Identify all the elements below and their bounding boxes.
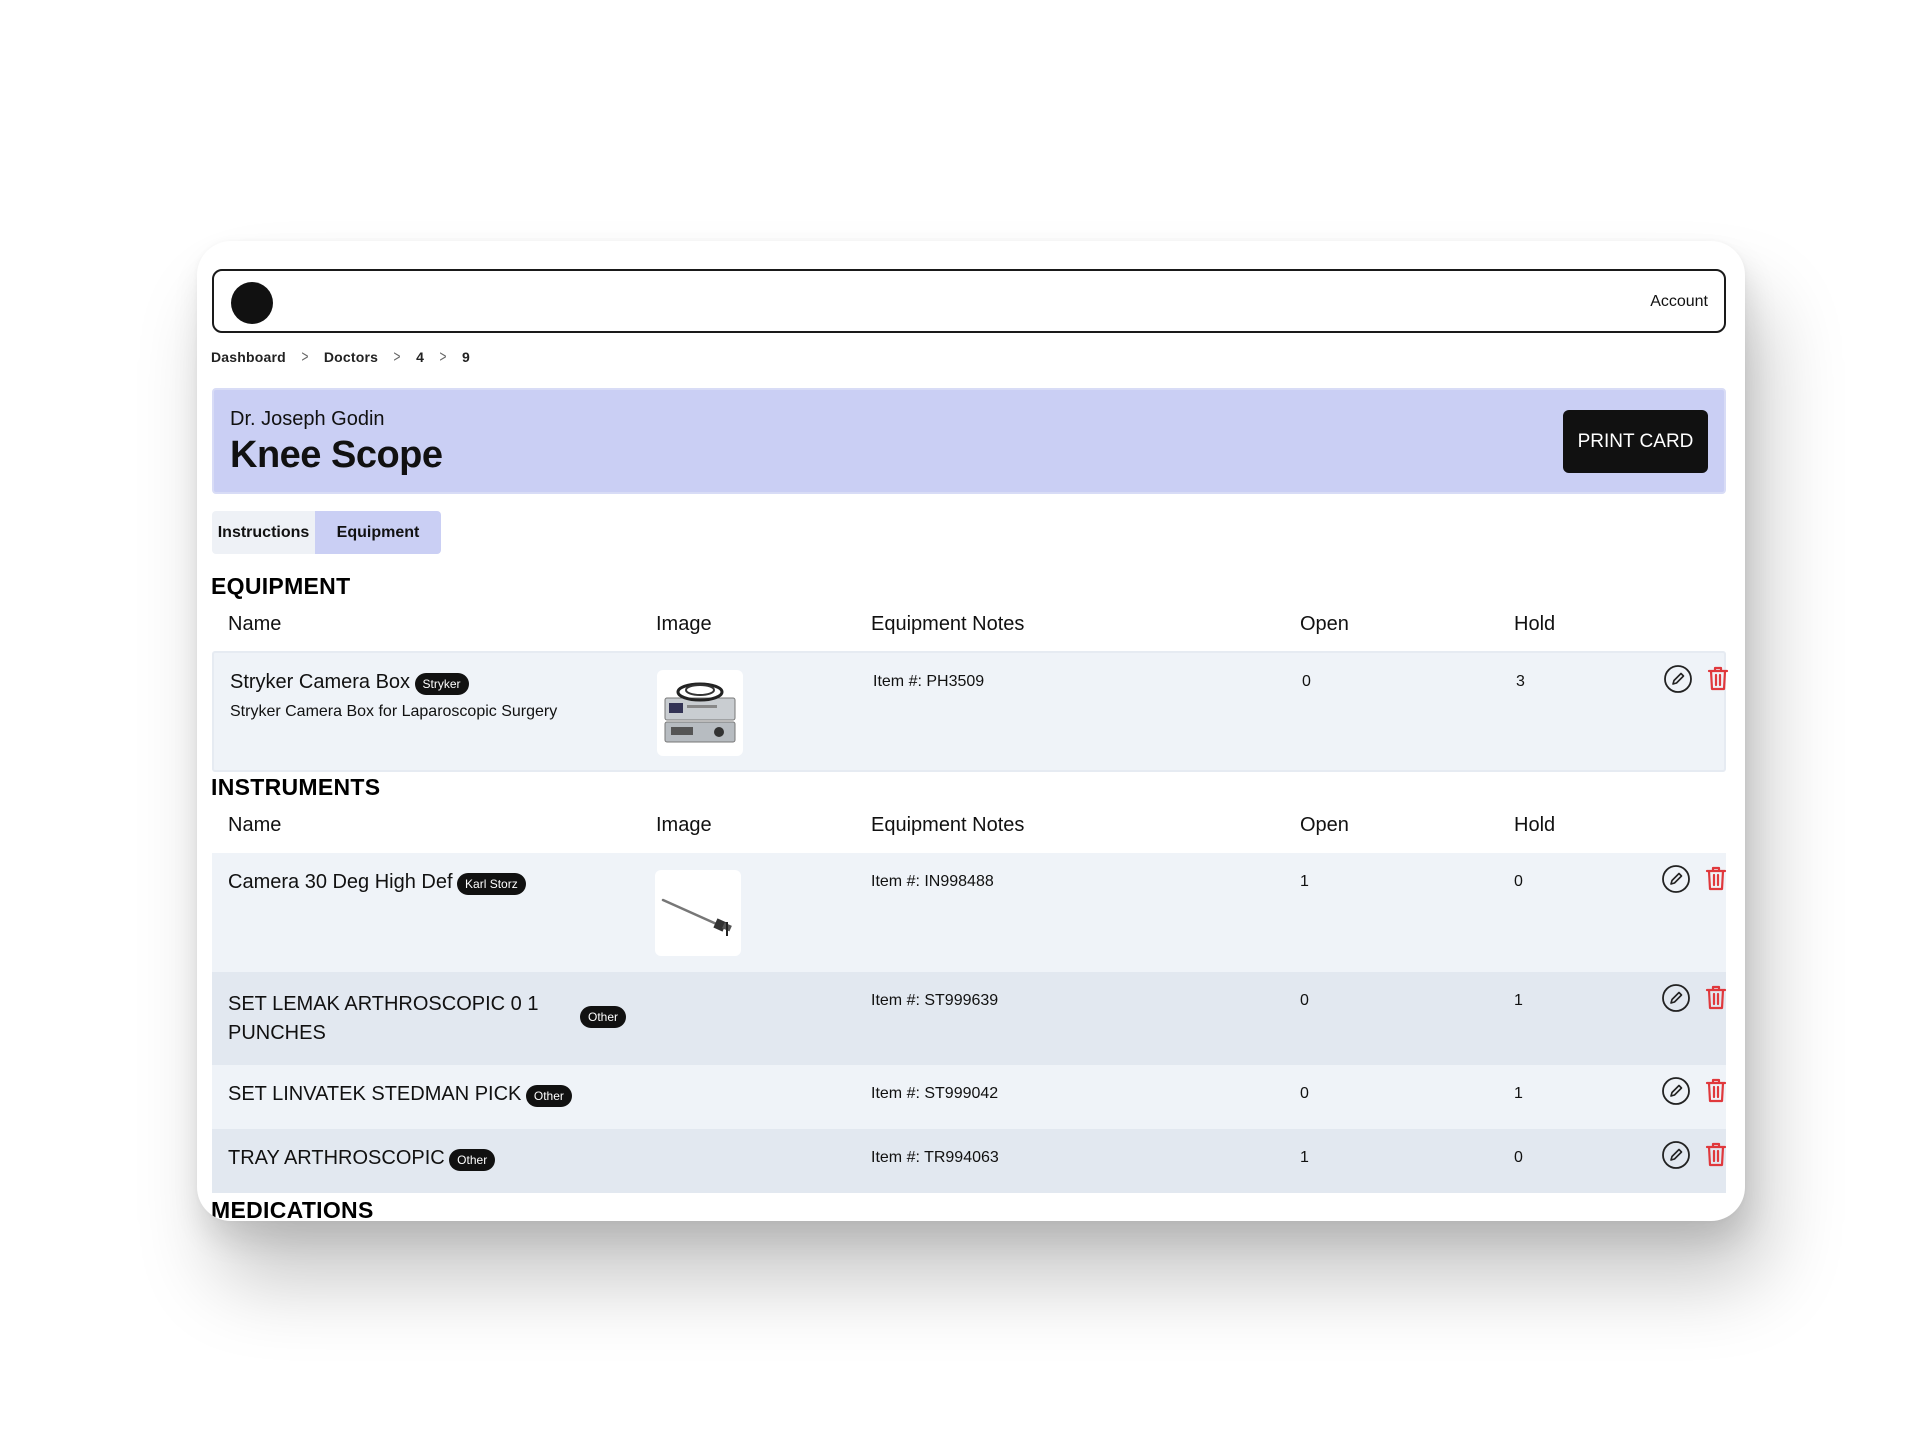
- item-name-cell: Stryker Camera Box Stryker: [230, 671, 469, 695]
- column-header-notes: Equipment Notes: [871, 814, 1025, 836]
- equipment-notes: Item #: ST999639: [871, 992, 999, 1009]
- trash-icon[interactable]: [1703, 663, 1733, 693]
- open-count: 1: [1300, 873, 1309, 890]
- item-name-line2: PUNCHES: [228, 1022, 326, 1044]
- column-header-hold: Hold: [1514, 613, 1556, 635]
- hold-count: 1: [1514, 1085, 1523, 1102]
- column-header-open: Open: [1300, 613, 1349, 635]
- pencil-circle-icon[interactable]: [1661, 1076, 1691, 1106]
- trash-icon[interactable]: [1701, 1139, 1731, 1169]
- column-header-name: Name: [228, 814, 282, 836]
- item-name: TRAY ARTHROSCOPIC: [228, 1147, 445, 1169]
- equipment-notes: Item #: PH3509: [873, 673, 985, 690]
- account-link[interactable]: Account: [1650, 271, 1708, 333]
- vendor-badge: Other: [449, 1148, 496, 1171]
- equipment-notes: Item #: ST999042: [871, 1085, 999, 1102]
- column-header-hold: Hold: [1514, 814, 1556, 836]
- logo-icon[interactable]: [231, 282, 273, 324]
- open-count: 1: [1300, 1149, 1309, 1166]
- trash-icon[interactable]: [1701, 982, 1731, 1012]
- page-title: Knee Scope: [230, 434, 443, 476]
- item-name-cell: Camera 30 Deg High Def Karl Storz: [228, 871, 526, 895]
- column-header-name: Name: [228, 613, 282, 635]
- item-name-cell: SET LINVATEK STEDMAN PICK Other: [228, 1083, 572, 1107]
- hold-count: 1: [1514, 992, 1523, 1009]
- trash-icon[interactable]: [1701, 1075, 1731, 1105]
- pencil-circle-icon[interactable]: [1661, 864, 1691, 894]
- section-title-medications: MEDICATIONS: [211, 1197, 374, 1221]
- item-name: SET LINVATEK STEDMAN PICK: [228, 1083, 522, 1105]
- open-count: 0: [1300, 1085, 1309, 1102]
- chevron-right-icon: >: [393, 347, 401, 366]
- item-name: SET LEMAK ARTHROSCOPIC 0 1 PUNCHES: [228, 990, 538, 1048]
- chevron-right-icon: >: [439, 347, 447, 366]
- item-image[interactable]: [655, 870, 741, 956]
- equipment-notes: Item #: TR994063: [871, 1149, 999, 1166]
- vendor-badge: Karl Storz: [457, 872, 526, 895]
- breadcrumb-doctor-id[interactable]: 4: [416, 349, 424, 365]
- item-name-cell: TRAY ARTHROSCOPIC Other: [228, 1147, 496, 1171]
- table-row: TRAY ARTHROSCOPIC Other Item #: TR994063…: [212, 1129, 1727, 1193]
- breadcrumb: Dashboard > Doctors > 4 > 9: [211, 347, 470, 367]
- trash-icon[interactable]: [1701, 863, 1731, 893]
- pencil-circle-icon[interactable]: [1661, 1140, 1691, 1170]
- doctor-name: Dr. Joseph Godin: [230, 408, 385, 430]
- item-name-line1: SET LEMAK ARTHROSCOPIC 0 1: [228, 993, 539, 1015]
- pencil-circle-icon[interactable]: [1661, 983, 1691, 1013]
- breadcrumb-doctors[interactable]: Doctors: [324, 349, 378, 365]
- open-count: 0: [1300, 992, 1309, 1009]
- column-header-open: Open: [1300, 814, 1349, 836]
- table-row: Stryker Camera Box Stryker Stryker Camer…: [212, 651, 1729, 772]
- column-header-notes: Equipment Notes: [871, 613, 1025, 635]
- hold-count: 0: [1514, 1149, 1523, 1166]
- top-navbar: Account: [212, 269, 1726, 333]
- table-row: SET LINVATEK STEDMAN PICK Other Item #: …: [212, 1065, 1727, 1129]
- equipment-notes: Item #: IN998488: [871, 873, 994, 890]
- tab-instructions[interactable]: Instructions: [212, 511, 315, 554]
- item-name: Camera 30 Deg High Def: [228, 871, 453, 893]
- app-window: Account Dashboard > Doctors > 4 > 9 Dr. …: [197, 241, 1745, 1221]
- preference-card-header: Dr. Joseph Godin Knee Scope PRINT CARD: [212, 388, 1726, 494]
- item-name: Stryker Camera Box: [230, 671, 411, 693]
- table-row: Camera 30 Deg High Def Karl Storz Item #…: [212, 853, 1727, 972]
- vendor-badge: Stryker: [414, 672, 469, 695]
- tab-equipment[interactable]: Equipment: [315, 511, 441, 554]
- chevron-right-icon: >: [301, 347, 309, 366]
- breadcrumb-dashboard[interactable]: Dashboard: [211, 349, 286, 365]
- item-image[interactable]: [657, 670, 743, 756]
- section-title-equipment: EQUIPMENT: [211, 573, 351, 599]
- tab-bar: Instructions Equipment: [212, 511, 441, 554]
- column-header-image: Image: [656, 613, 712, 635]
- vendor-badge: Other: [580, 1006, 627, 1028]
- item-description: Stryker Camera Box for Laparoscopic Surg…: [230, 703, 558, 720]
- pencil-circle-icon[interactable]: [1663, 664, 1693, 694]
- table-row: SET LEMAK ARTHROSCOPIC 0 1 PUNCHES Other…: [212, 972, 1727, 1065]
- vendor-badge: Other: [525, 1084, 572, 1107]
- open-count: 0: [1302, 673, 1311, 690]
- hold-count: 3: [1516, 673, 1525, 690]
- section-title-instruments: INSTRUMENTS: [211, 774, 381, 800]
- hold-count: 0: [1514, 873, 1523, 890]
- print-card-button[interactable]: PRINT CARD: [1563, 410, 1708, 473]
- scope-image: [661, 898, 732, 936]
- column-header-image: Image: [656, 814, 712, 836]
- breadcrumb-card-id[interactable]: 9: [462, 349, 470, 365]
- camera-box-image: [664, 682, 736, 743]
